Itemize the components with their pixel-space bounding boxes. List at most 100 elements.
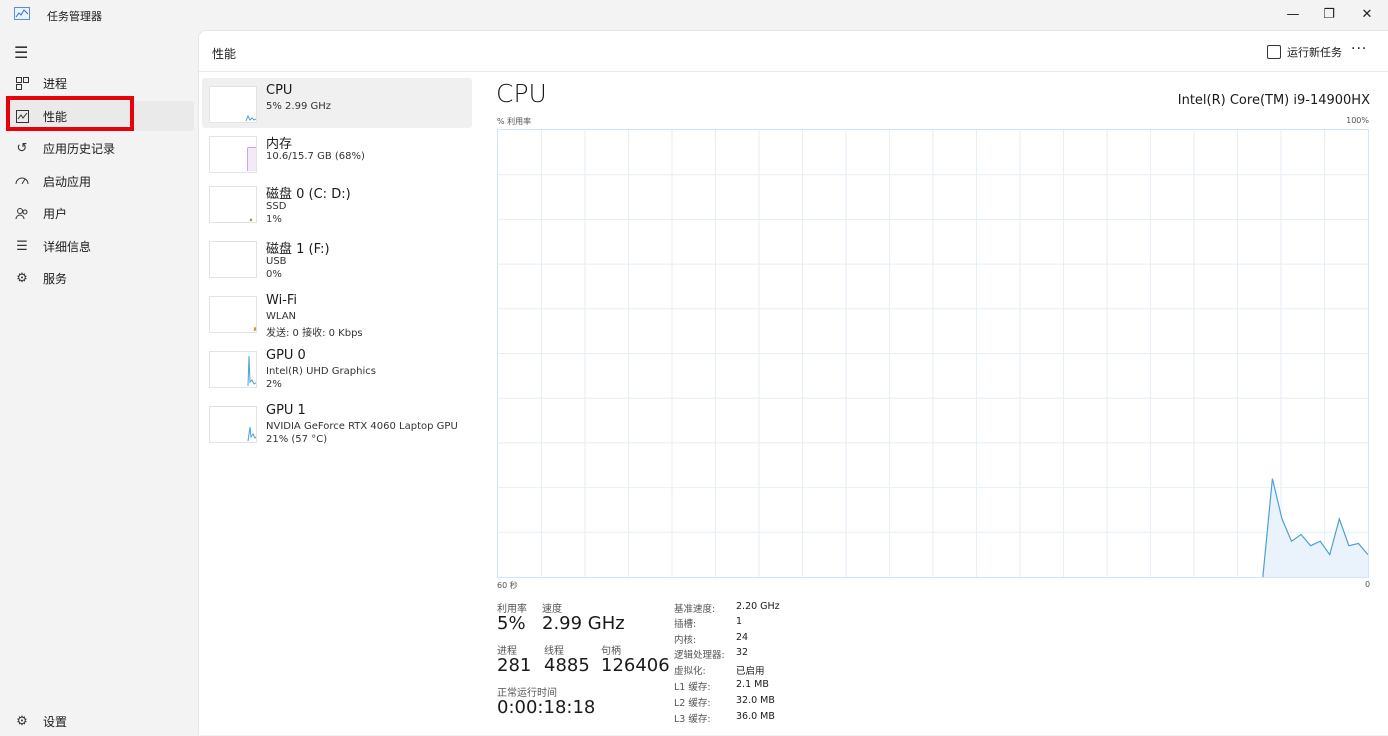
sidebar-item-performance[interactable]: 性能 — [6, 101, 194, 131]
history-icon: ↺ — [16, 140, 28, 156]
time-zero-label: 0 — [1365, 580, 1371, 589]
spec-key: 内核: — [674, 635, 697, 646]
hamburger-menu-icon[interactable]: ☰ — [14, 43, 28, 62]
device-detail: 5% 2.99 GHz — [266, 101, 332, 112]
device-thumbnail — [209, 406, 257, 443]
device-name: GPU 1 — [266, 403, 306, 418]
sidebar-item-label: 应用历史记录 — [43, 141, 116, 156]
title-bar: 任务管理器 — ❐ ✕ — [0, 0, 1388, 30]
device-item-gpu0[interactable]: GPU 0 Intel(R) UHD Graphics 2% — [202, 343, 472, 393]
device-thumbnail — [209, 186, 257, 223]
device-item-disk1[interactable]: 磁盘 1 (F:) USB 0% — [202, 233, 472, 283]
close-icon: ✕ — [1361, 6, 1373, 22]
spec-key: L2 缓存: — [674, 698, 711, 709]
spec-value: 1 — [736, 616, 743, 627]
minimize-icon: — — [1286, 6, 1300, 22]
spec-value: 已启用 — [736, 666, 765, 677]
utilization-axis-label: % 利用率 — [497, 117, 532, 126]
handles-stat-value: 126406 — [601, 655, 670, 676]
window-title: 任务管理器 — [47, 10, 102, 23]
device-detail: USB — [266, 256, 287, 267]
sidebar-item-label: 性能 — [43, 109, 68, 124]
close-button[interactable]: ✕ — [1344, 0, 1388, 28]
spec-value: 2.1 MB — [736, 679, 769, 690]
sidebar-item-users[interactable]: 用户 — [6, 198, 194, 228]
device-name: 磁盘 1 (F:) — [266, 242, 330, 257]
device-usage: 1% — [266, 214, 282, 225]
sidebar-item-processes[interactable]: 进程 — [6, 68, 194, 98]
threads-stat-value: 4885 — [544, 655, 590, 676]
run-new-task-label: 运行新任务 — [1287, 46, 1342, 59]
speed-stat-value: 2.99 GHz — [542, 613, 625, 634]
spec-value: 32 — [736, 647, 749, 658]
device-usage: 21% (57 °C) — [266, 434, 328, 445]
settings-label: 设置 — [43, 714, 68, 729]
sidebar-item-label: 详细信息 — [43, 239, 92, 254]
header-divider — [199, 71, 1388, 72]
processes-icon — [14, 75, 30, 91]
device-detail: WLAN — [266, 311, 297, 322]
sidebar-item-details[interactable]: ☰ 详细信息 — [6, 231, 194, 261]
more-options-button[interactable]: ··· — [1351, 41, 1367, 57]
sidebar-item-label: 服务 — [43, 271, 68, 286]
sidebar-item-services[interactable]: ⚙ 服务 — [6, 263, 194, 293]
device-item-gpu1[interactable]: GPU 1 NVIDIA GeForce RTX 4060 Laptop GPU… — [202, 398, 472, 448]
utilization-max-label: 100% — [1346, 116, 1369, 125]
sidebar-item-settings[interactable]: ⚙ 设置 — [6, 706, 194, 736]
device-item-wifi[interactable]: Wi-Fi WLAN 发送: 0 接收: 0 Kbps — [202, 288, 472, 339]
processes-stat-value: 281 — [497, 655, 532, 676]
settings-gear-icon: ⚙ — [16, 713, 28, 729]
device-detail: NVIDIA GeForce RTX 4060 Laptop GPU — [266, 421, 458, 432]
device-item-disk0[interactable]: 磁盘 0 (C: D:) SSD 1% — [202, 178, 472, 228]
device-item-memory[interactable]: 内存 10.6/15.7 GB (68%) — [202, 128, 472, 178]
performance-icon — [14, 108, 30, 124]
device-thumbnail — [209, 86, 257, 123]
new-task-icon — [1267, 45, 1281, 59]
sidebar-item-label: 启动应用 — [43, 174, 92, 189]
startup-icon — [14, 173, 30, 189]
time-span-label: 60 秒 — [497, 581, 518, 590]
users-icon — [14, 205, 30, 221]
spec-key: L1 缓存: — [674, 682, 711, 693]
cpu-graph-svg — [498, 130, 1368, 577]
task-manager-app-icon — [14, 7, 30, 20]
device-item-cpu[interactable]: CPU 5% 2.99 GHz — [202, 78, 472, 128]
sidebar-item-label: 用户 — [43, 206, 68, 221]
spec-key: L3 缓存: — [674, 714, 711, 725]
cpu-model: Intel(R) Core(TM) i9-14900HX — [1177, 93, 1370, 108]
spec-key: 虚拟化: — [674, 666, 706, 677]
sidebar-item-startup-apps[interactable]: 启动应用 — [6, 166, 194, 196]
device-name: 内存 — [266, 137, 293, 152]
device-thumbnail — [209, 296, 257, 333]
device-detail: 10.6/15.7 GB (68%) — [266, 151, 365, 162]
device-name: CPU — [266, 83, 293, 98]
services-icon: ⚙ — [16, 270, 28, 286]
main-content: 性能 运行新任务 ··· CPU 5% 2.99 GHz 内存 10.6/15.… — [198, 30, 1388, 735]
spec-value: 24 — [736, 632, 749, 643]
page-title: 性能 — [212, 47, 237, 61]
spec-key: 插槽: — [674, 619, 697, 630]
spec-value: 36.0 MB — [736, 711, 775, 722]
spec-value: 32.0 MB — [736, 695, 775, 706]
device-name: 磁盘 0 (C: D:) — [266, 187, 351, 202]
details-icon: ☰ — [16, 238, 28, 254]
device-detail: Intel(R) UHD Graphics — [266, 366, 376, 377]
sidebar: ☰ 进程 性能 ↺ 应用历史记录 启动应用 用户 ☰ 详细信息 ⚙ 服务 ⚙ 设… — [0, 30, 198, 735]
sidebar-item-label: 进程 — [43, 76, 68, 91]
device-usage: 2% — [266, 379, 282, 390]
spec-value: 2.20 GHz — [736, 601, 780, 612]
run-new-task-button[interactable]: 运行新任务 — [1267, 44, 1342, 60]
sidebar-item-app-history[interactable]: ↺ 应用历史记录 — [6, 133, 194, 163]
uptime-stat-value: 0:00:18:18 — [497, 697, 596, 718]
device-thumbnail — [209, 136, 257, 173]
device-usage: 0% — [266, 269, 282, 280]
device-name: GPU 0 — [266, 348, 306, 363]
device-thumbnail — [209, 241, 257, 278]
cpu-title: CPU — [496, 79, 547, 108]
spec-key: 基准速度: — [674, 604, 716, 615]
restore-icon: ❐ — [1323, 6, 1335, 22]
device-detail: SSD — [266, 201, 287, 212]
device-thumbnail — [209, 351, 257, 388]
util-stat-value: 5% — [497, 613, 526, 634]
spec-key: 逻辑处理器: — [674, 650, 725, 661]
